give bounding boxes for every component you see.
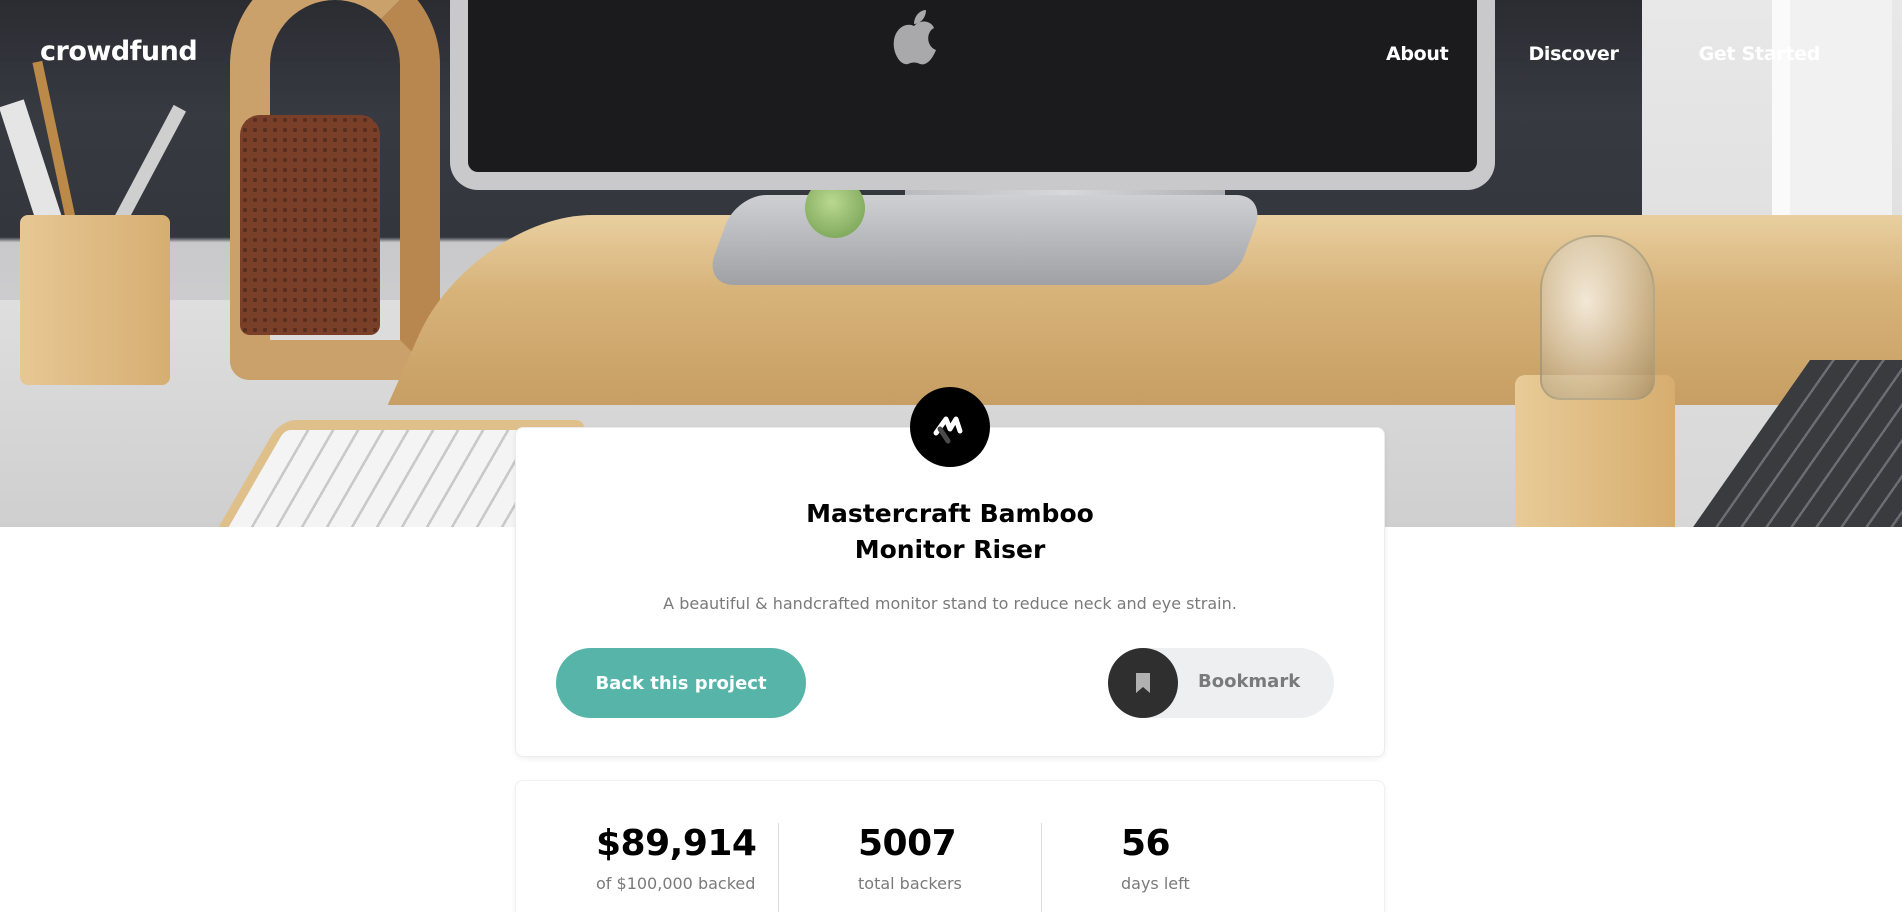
stat-backed-label: of $100,000 backed bbox=[596, 874, 756, 893]
stat-backers: 5007 total backers bbox=[858, 823, 962, 893]
stat-backed: $89,914 of $100,000 backed bbox=[596, 823, 757, 893]
stat-divider bbox=[1041, 823, 1042, 912]
project-description: A beautiful & handcrafted monitor stand … bbox=[663, 594, 1237, 613]
main-nav: About Discover Get Started bbox=[1386, 43, 1820, 65]
project-title: Mastercraft Bamboo Monitor Riser bbox=[516, 496, 1384, 568]
page: crowdfund About Discover Get Started Mas… bbox=[0, 0, 1902, 912]
bookmark-icon bbox=[1136, 673, 1150, 693]
stat-days-left: 56 days left bbox=[1121, 823, 1190, 893]
bookmark-label: Bookmark bbox=[1198, 671, 1301, 692]
project-title-line2: Monitor Riser bbox=[854, 535, 1046, 564]
stat-backers-label: total backers bbox=[858, 874, 962, 893]
site-logo[interactable]: crowdfund bbox=[40, 36, 198, 67]
project-title-line1: Mastercraft Bamboo bbox=[806, 499, 1094, 528]
stat-backed-value: $89,914 bbox=[596, 823, 757, 864]
nav-link-discover[interactable]: Discover bbox=[1528, 43, 1618, 65]
bookmark-button[interactable]: Bookmark bbox=[1108, 648, 1334, 718]
project-card: Mastercraft Bamboo Monitor Riser A beaut… bbox=[515, 427, 1385, 757]
mastercraft-mark-icon bbox=[933, 416, 963, 444]
nav-link-about[interactable]: About bbox=[1386, 43, 1449, 65]
stats-card: $89,914 of $100,000 backed 5007 total ba… bbox=[515, 780, 1385, 912]
bookmark-circle bbox=[1108, 648, 1178, 718]
stat-divider bbox=[778, 823, 779, 912]
stat-backers-value: 5007 bbox=[858, 823, 957, 864]
back-project-button[interactable]: Back this project bbox=[556, 648, 806, 718]
stat-days-left-label: days left bbox=[1121, 874, 1190, 893]
nav-link-get-started[interactable]: Get Started bbox=[1699, 43, 1821, 65]
apple-logo-icon bbox=[893, 10, 936, 65]
stat-days-left-value: 56 bbox=[1121, 823, 1171, 864]
mastercraft-logo-icon bbox=[910, 387, 990, 467]
